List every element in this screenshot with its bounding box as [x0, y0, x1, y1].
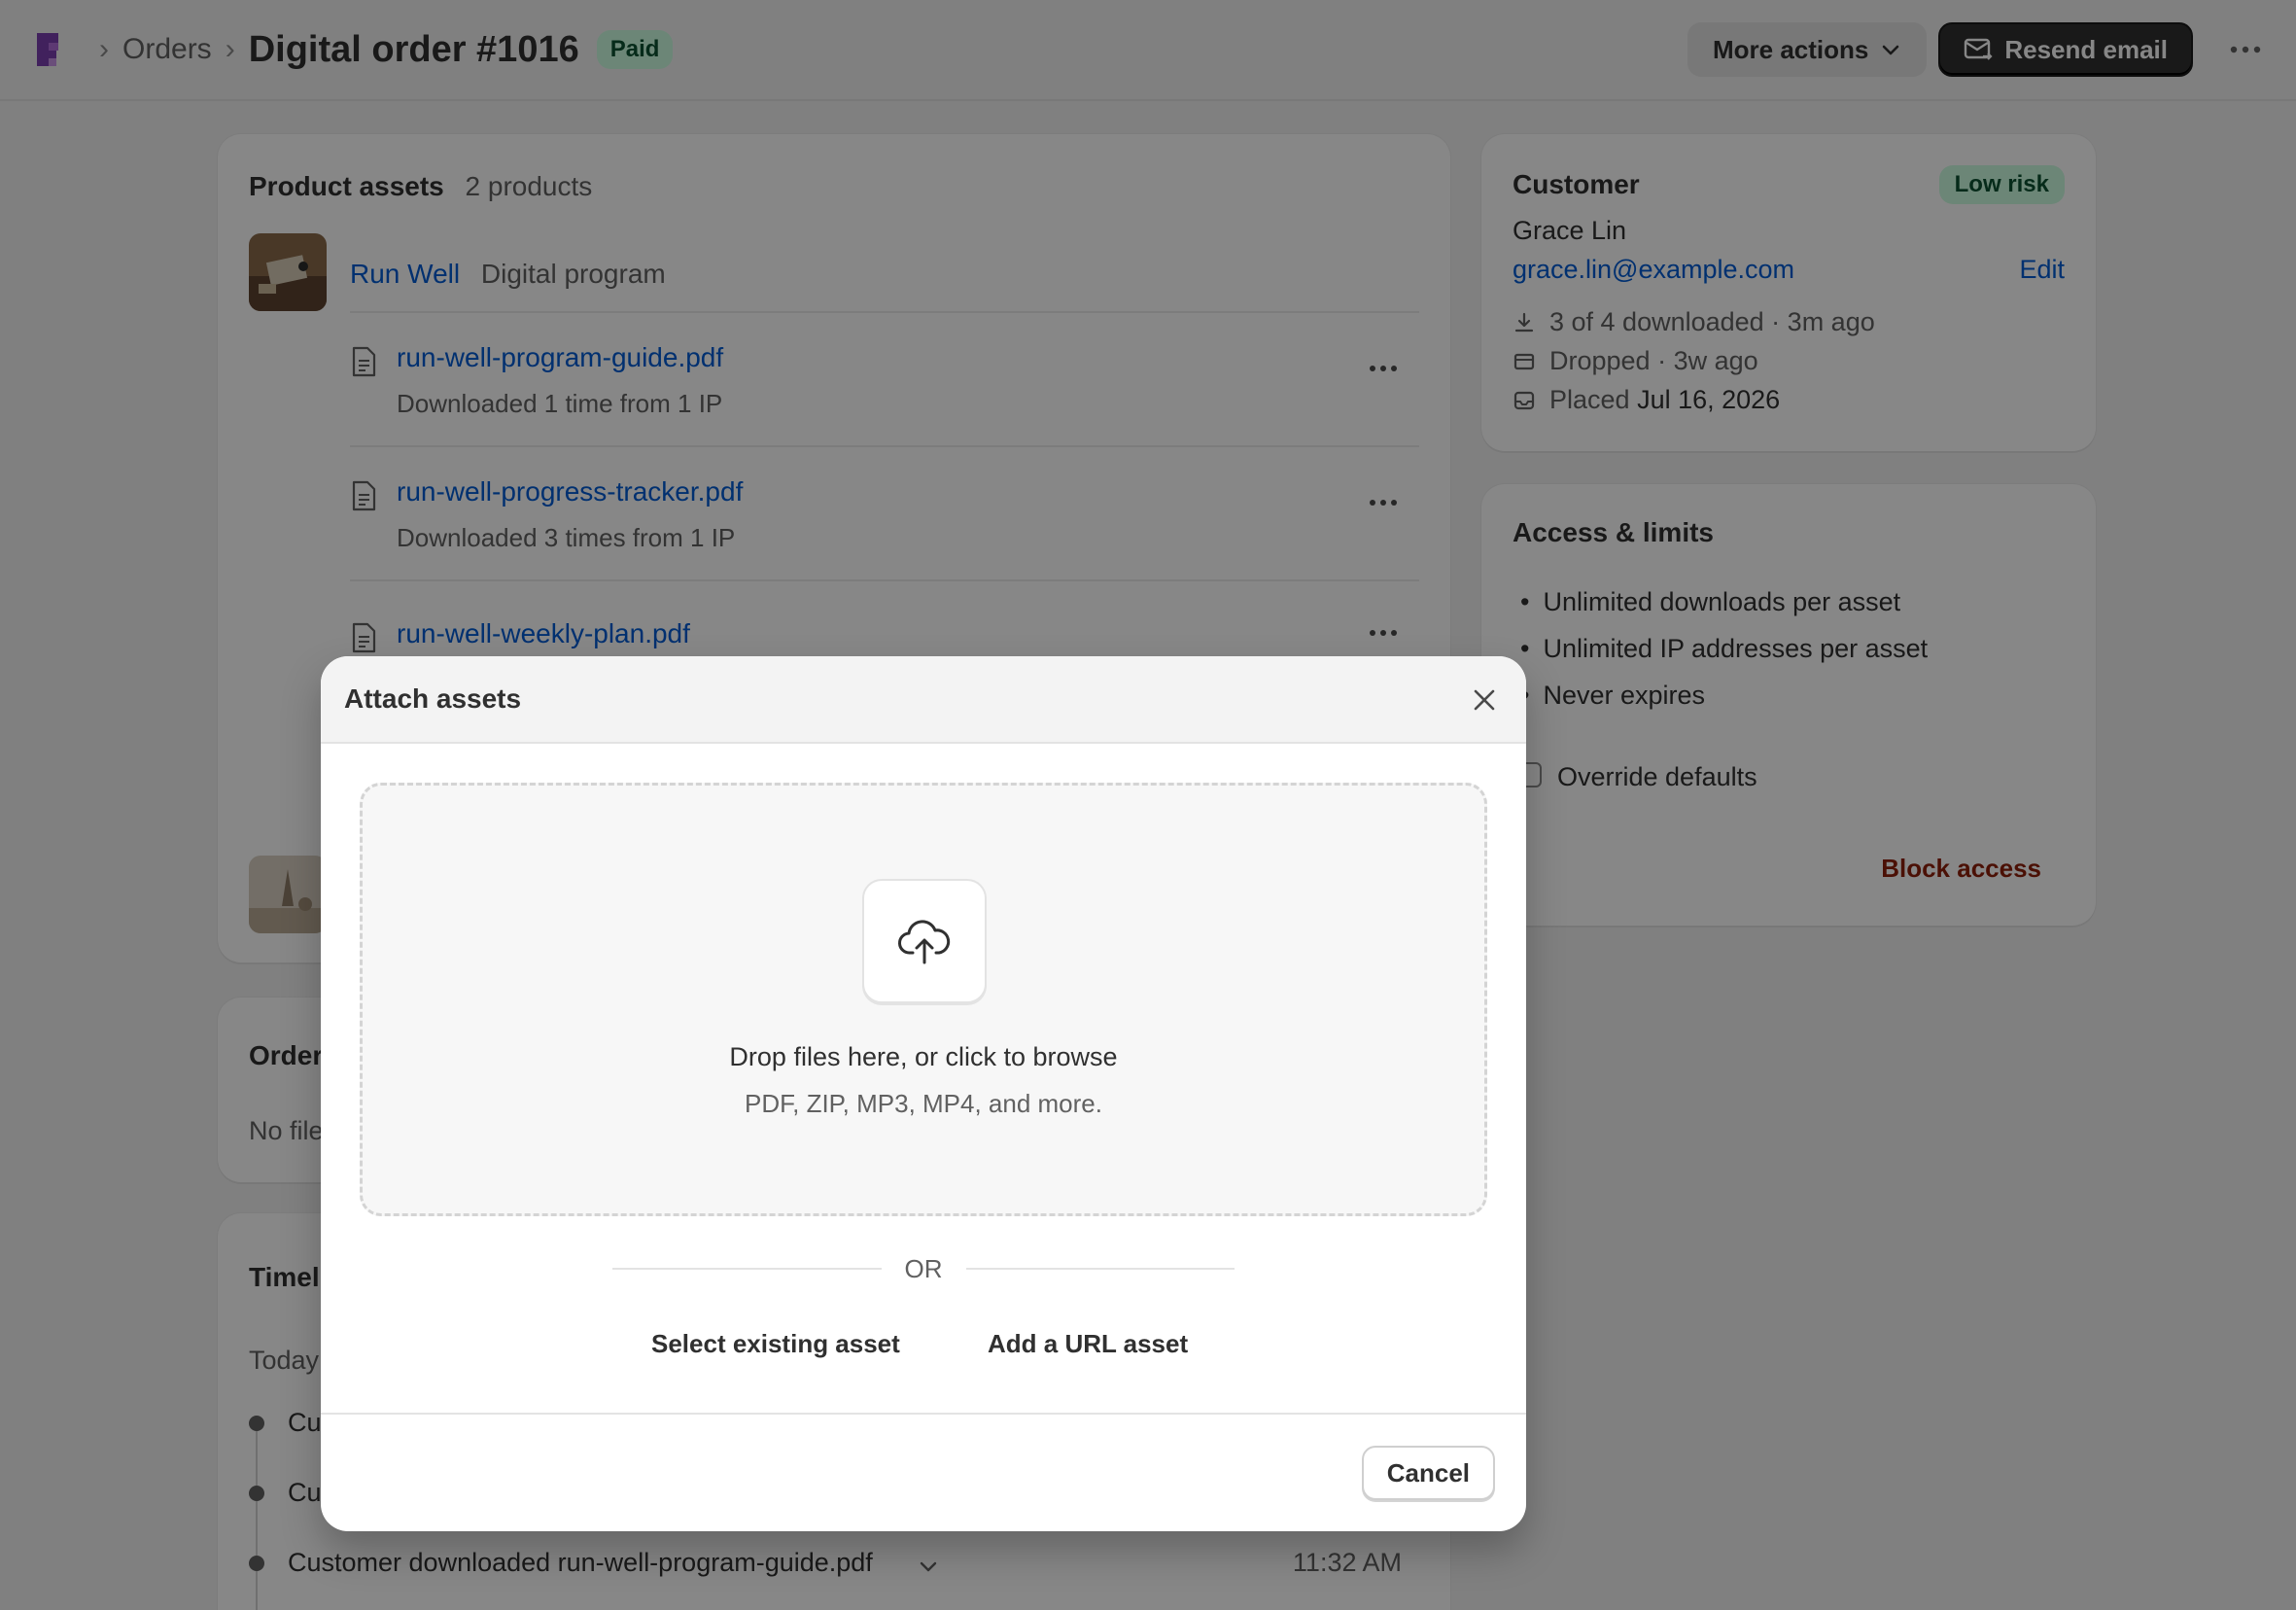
dropzone-subtitle: PDF, ZIP, MP3, MP4, and more.: [745, 1089, 1102, 1118]
file-dropzone[interactable]: Drop files here, or click to browse PDF,…: [360, 783, 1487, 1216]
select-existing-asset-button[interactable]: Select existing asset: [651, 1329, 900, 1359]
attach-assets-modal: Attach assets Drop files here, or click …: [321, 656, 1526, 1531]
close-icon[interactable]: [1470, 685, 1499, 715]
cloud-upload-icon: [898, 920, 951, 964]
upload-button[interactable]: [862, 879, 987, 1003]
modal-footer: Cancel: [321, 1413, 1526, 1531]
or-separator: OR: [612, 1249, 1235, 1288]
modal-title: Attach assets: [344, 683, 522, 714]
cancel-button[interactable]: Cancel: [1361, 1446, 1495, 1500]
divider: [965, 1268, 1235, 1270]
add-url-asset-button[interactable]: Add a URL asset: [988, 1329, 1188, 1359]
modal-header: Attach assets: [321, 656, 1526, 744]
cancel-label: Cancel: [1386, 1457, 1470, 1488]
or-label: OR: [904, 1253, 943, 1283]
divider: [612, 1268, 882, 1270]
dropzone-title: Drop files here, or click to browse: [729, 1042, 1118, 1071]
